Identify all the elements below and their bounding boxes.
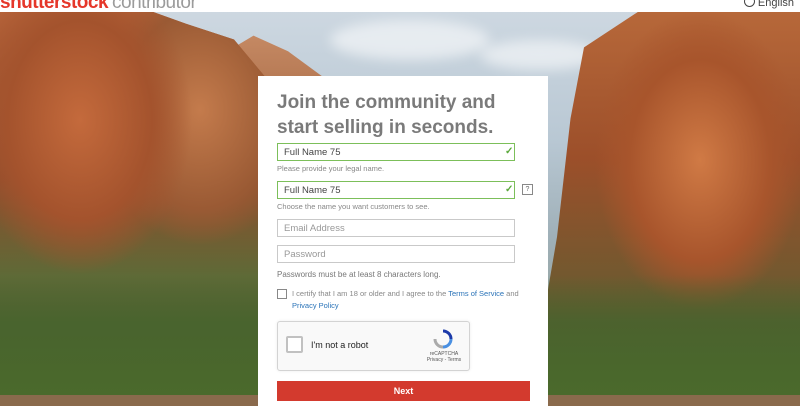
certify-agreement: I certify that I am 18 or older and I ag… (277, 288, 537, 312)
password-input[interactable] (277, 245, 515, 263)
certify-text: I certify that I am 18 or older and I ag… (292, 289, 447, 298)
recaptcha-icon (433, 329, 453, 349)
language-selector[interactable]: English (743, 0, 794, 9)
email-input[interactable] (277, 219, 515, 237)
logo[interactable]: shutterstock contributor (0, 0, 197, 14)
language-label: English (757, 0, 794, 9)
full-name-hint: Please provide your legal name. (277, 164, 385, 173)
recaptcha-checkbox[interactable] (286, 336, 303, 353)
display-name-hint: Choose the name you want customers to se… (277, 202, 430, 211)
password-note: Passwords must be at least 8 characters … (277, 270, 441, 279)
valid-check-icon: ✓ (505, 146, 514, 157)
valid-check-icon: ✓ (505, 184, 514, 195)
recaptcha-brand: reCAPTCHA Privacy - Terms (422, 351, 466, 363)
signup-panel: Join the community and start selling in … (258, 76, 548, 406)
display-name-input[interactable] (277, 181, 515, 199)
help-icon[interactable]: ? (522, 184, 533, 195)
recaptcha-widget: I'm not a robot reCAPTCHA Privacy - Term… (277, 321, 470, 371)
terms-of-service-link[interactable]: Terms of Service (448, 289, 504, 298)
next-button[interactable]: Next (277, 381, 530, 401)
globe-icon (743, 0, 755, 7)
cloud (330, 20, 490, 60)
full-name-input[interactable] (277, 143, 515, 161)
logo-brand: shutterstock (0, 0, 109, 13)
recaptcha-links: Privacy - Terms (426, 357, 462, 363)
certify-and: and (506, 289, 519, 298)
signup-headline: Join the community and start selling in … (277, 92, 496, 138)
recaptcha-label: I'm not a robot (311, 340, 369, 350)
privacy-policy-link[interactable]: Privacy Policy (292, 301, 339, 310)
certify-checkbox[interactable] (277, 289, 287, 299)
logo-product: contributor (112, 0, 197, 13)
